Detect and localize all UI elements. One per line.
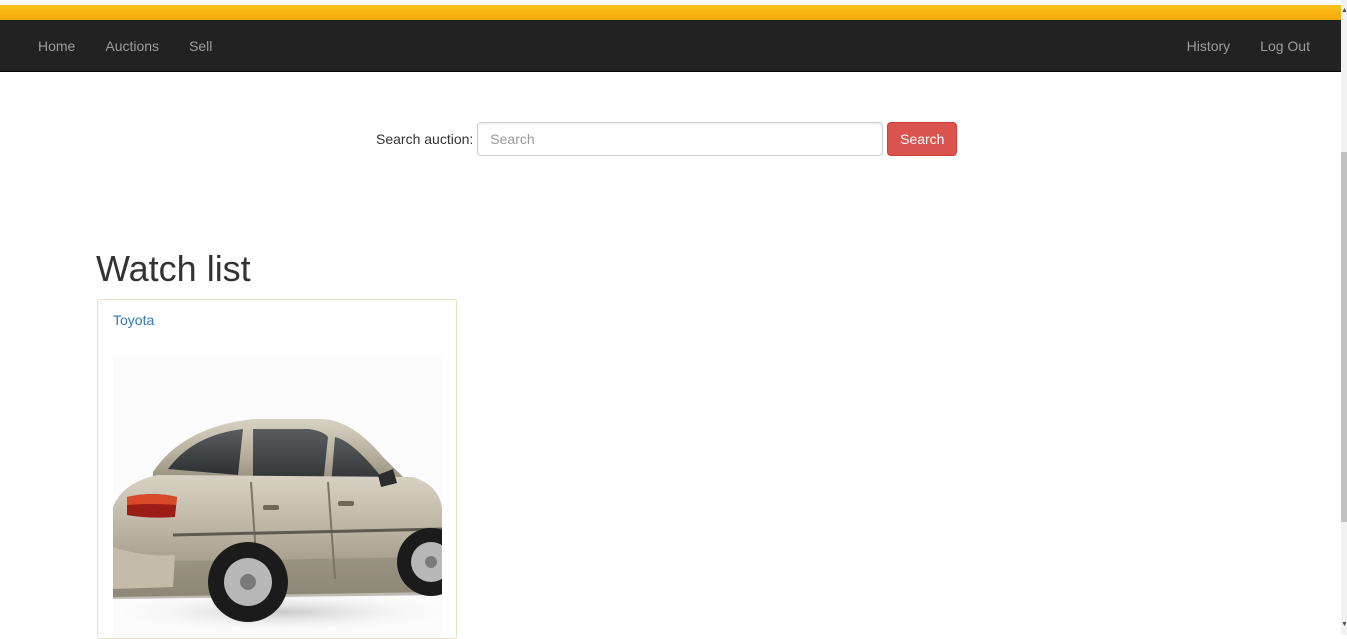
auction-title-link[interactable]: Toyota	[113, 312, 154, 328]
scroll-down-icon[interactable]: ▼	[1341, 620, 1347, 630]
search-button[interactable]: Search	[887, 122, 958, 156]
nav-auctions-link[interactable]: Auctions	[90, 20, 174, 72]
navbar: Home Auctions Sell History Log Out	[0, 20, 1341, 72]
search-form: Search auction: Search	[376, 122, 958, 156]
brand-bar	[0, 5, 1341, 20]
nav-home-link[interactable]: Home	[23, 20, 90, 72]
scroll-up-icon[interactable]: ▲	[1341, 6, 1347, 16]
search-label: Search auction:	[376, 131, 474, 147]
page-title: Watch list	[96, 248, 251, 289]
nav-left: Home Auctions Sell	[23, 20, 227, 72]
nav-history-link[interactable]: History	[1172, 20, 1246, 72]
page-scrollbar[interactable]: ▲ ▼	[1341, 0, 1347, 635]
scroll-thumb[interactable]	[1341, 152, 1347, 522]
search-input[interactable]	[477, 122, 884, 156]
car-illustration	[113, 419, 442, 634]
nav-logout-link[interactable]: Log Out	[1245, 20, 1325, 72]
nav-sell-link[interactable]: Sell	[174, 20, 227, 72]
nav-right: History Log Out	[1172, 20, 1325, 72]
car-photo[interactable]	[113, 357, 442, 637]
watchlist-card: Toyota	[97, 299, 457, 639]
